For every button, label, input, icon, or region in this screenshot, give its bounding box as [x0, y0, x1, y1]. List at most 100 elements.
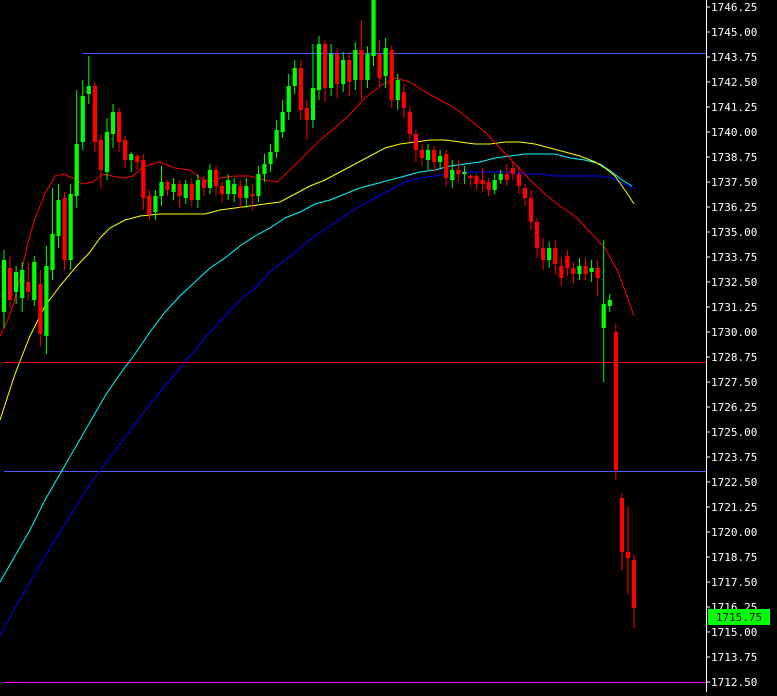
last-price-label: 1715.75 [716, 611, 762, 624]
y-tick-label: 1743.75 [711, 51, 757, 64]
candle-body [565, 256, 570, 268]
candle-body [431, 150, 437, 162]
candle-5 [32, 256, 37, 306]
candle-body [20, 270, 25, 298]
candle-body [135, 156, 140, 162]
candle-body [401, 92, 406, 108]
candle-body [7, 268, 13, 300]
candle-body [123, 140, 128, 160]
candle-body [129, 154, 134, 160]
candle-body [347, 60, 352, 82]
candle-body [310, 88, 316, 120]
candle-body [256, 174, 261, 196]
y-tick-label: 1737.50 [711, 176, 757, 189]
candle-body [450, 170, 455, 180]
y-tick-label: 1727.50 [711, 376, 757, 389]
candle-body [341, 60, 346, 84]
y-tick-label: 1738.75 [711, 151, 757, 164]
price-chart: 1746.25 1745.00 1743.75 1742.50 1741.25 1740.… [0, 0, 777, 692]
candle-body [528, 198, 534, 222]
candle-body [328, 54, 334, 88]
y-tick-label: 1722.50 [711, 476, 757, 489]
candle-body [407, 112, 412, 134]
candle-body [286, 86, 291, 112]
candle-body [510, 168, 515, 174]
candle-body [577, 266, 582, 274]
candle-body [438, 156, 443, 162]
candle-body [110, 112, 116, 134]
y-tick-label: 1721.25 [711, 501, 757, 514]
candle-body [601, 304, 606, 328]
candle-body [607, 300, 612, 306]
candle-body [280, 112, 285, 132]
candle-body [201, 180, 207, 188]
candle-body [195, 180, 200, 200]
candle-body [571, 268, 576, 274]
candle-body [547, 248, 552, 260]
y-tick-label: 1730.00 [711, 326, 757, 339]
candle-body [365, 54, 370, 80]
candle-body [32, 262, 37, 300]
candle-body [159, 182, 164, 196]
candle-body [232, 184, 237, 194]
candle-body [165, 182, 170, 190]
candle-64 [389, 46, 394, 108]
candle-body [262, 164, 267, 174]
candle-body [147, 196, 152, 214]
candle-body [498, 174, 503, 180]
candle-body [62, 198, 67, 260]
candle-body [298, 68, 303, 110]
candle-body [619, 498, 625, 552]
price-chart-svg: 1746.25 1745.00 1743.75 1742.50 1741.25 1740.… [0, 0, 777, 692]
candle-body [141, 160, 146, 198]
candle-body [371, 0, 376, 56]
candle-body [68, 194, 73, 260]
y-tick-label: 1746.25 [711, 1, 757, 14]
y-tick-label: 1715.00 [711, 626, 757, 639]
candle-101 [613, 324, 618, 480]
candle-body [541, 248, 546, 260]
candle-body [13, 272, 19, 292]
y-tick-label: 1732.50 [711, 276, 757, 289]
candle-body [226, 180, 231, 194]
candle-body [189, 184, 194, 200]
candle-body [353, 50, 358, 80]
candle-body [316, 44, 322, 90]
y-tick-label: 1736.25 [711, 201, 757, 214]
candle-body [26, 282, 31, 292]
candle-body [425, 150, 431, 160]
candle-11 [68, 184, 73, 270]
candle-10 [62, 192, 67, 270]
chart-background [0, 0, 777, 692]
candle-body [480, 180, 485, 184]
candle-body [534, 222, 540, 248]
candle-15 [92, 82, 97, 152]
candle-body [413, 134, 419, 150]
candle-body [1, 260, 7, 312]
candle-body [377, 54, 382, 78]
y-tick-label: 1718.75 [711, 551, 757, 564]
last-price-badge: 1715.75 [708, 609, 770, 625]
y-tick-label: 1720.00 [711, 526, 757, 539]
candle-body [522, 188, 528, 198]
candle-body [389, 50, 394, 100]
candle-body [44, 266, 49, 336]
candle-body [183, 184, 188, 198]
candle-body [504, 174, 509, 180]
candle-body [583, 266, 588, 274]
candle-body [207, 170, 213, 188]
candle-body [462, 172, 467, 174]
candle-body [171, 184, 176, 192]
candle-body [213, 170, 219, 186]
candle-body [92, 86, 97, 142]
candle-body [98, 140, 104, 170]
candle-body [383, 48, 388, 76]
candle-body [613, 332, 618, 470]
candle-body [219, 186, 225, 194]
candle-body [268, 152, 273, 164]
y-tick-label: 1731.25 [711, 301, 757, 314]
candle-body [468, 176, 473, 178]
y-tick-label: 1713.75 [711, 651, 757, 664]
y-tick-label: 1733.75 [711, 251, 757, 264]
candle-body [304, 108, 310, 120]
